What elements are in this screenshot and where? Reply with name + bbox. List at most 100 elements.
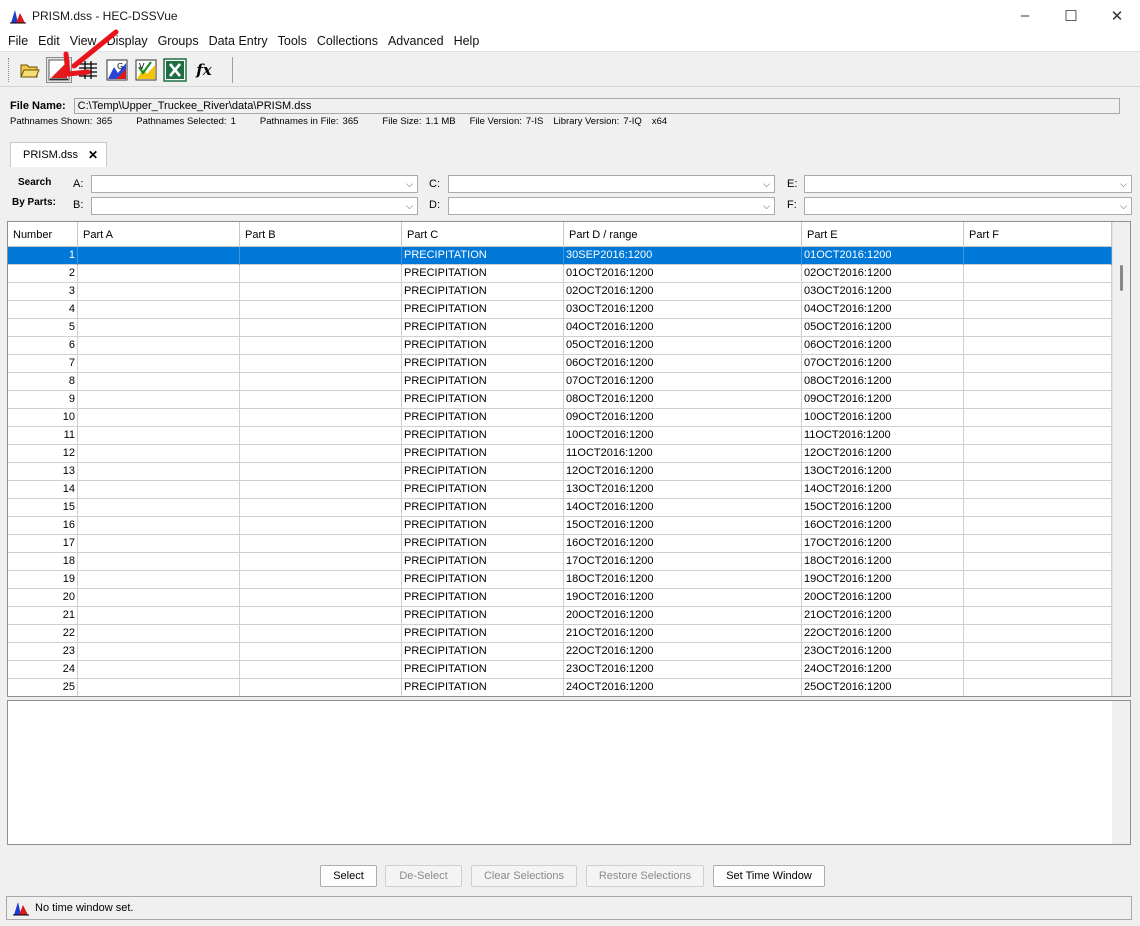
part-f-select[interactable]: ⌵ [804, 197, 1132, 215]
table-row[interactable]: 2 PRECIPITATION 01OCT2016:1200 02OCT2016:12… [8, 265, 1130, 283]
table-row[interactable]: 14 PRECIPITATION 13OCT2016:1200 14OCT2016:1… [8, 481, 1130, 499]
table-cell [964, 337, 1112, 355]
table-row[interactable]: 12 PRECIPITATION 11OCT2016:1200 12OCT2016:1… [8, 445, 1130, 463]
table-cell: 05OCT2016:1200 [802, 319, 964, 337]
menu-file[interactable]: File [3, 34, 33, 48]
table-row[interactable]: 9 PRECIPITATION 08OCT2016:1200 09OCT2016:12… [8, 391, 1130, 409]
table-scrollbar[interactable] [1112, 222, 1130, 696]
table-cell [964, 661, 1112, 679]
table-row[interactable]: 21 PRECIPITATION 20OCT2016:1200 21OCT2016:1… [8, 607, 1130, 625]
clear-selections-button[interactable]: Clear Selections [471, 865, 577, 887]
col-part-c[interactable]: Part C [402, 222, 564, 247]
table-cell [78, 463, 240, 481]
table-row[interactable]: 10 PRECIPITATION 09OCT2016:1200 10OCT2016:1… [8, 409, 1130, 427]
graphical-edit-button[interactable]: G [104, 57, 130, 83]
table-cell [240, 625, 402, 643]
table-row[interactable]: 4 PRECIPITATION 03OCT2016:1200 04OCT2016:12… [8, 301, 1130, 319]
row-number-cell: 25 [8, 679, 78, 696]
col-part-d-range[interactable]: Part D / range [564, 222, 802, 247]
menu-tools[interactable]: Tools [273, 34, 312, 48]
table-cell [78, 445, 240, 463]
selected-pathnames-panel[interactable] [7, 700, 1131, 845]
menu-view[interactable]: View [65, 34, 102, 48]
table-cell: 06OCT2016:1200 [564, 355, 802, 373]
export-excel-button[interactable] [162, 57, 188, 83]
table-row[interactable]: 7 PRECIPITATION 06OCT2016:1200 07OCT2016:12… [8, 355, 1130, 373]
col-part-b[interactable]: Part B [240, 222, 402, 247]
table-cell [78, 661, 240, 679]
table-row[interactable]: 20 PRECIPITATION 19OCT2016:1200 20OCT2016:1… [8, 589, 1130, 607]
table-row[interactable]: 11 PRECIPITATION 10OCT2016:1200 11OCT2016:1… [8, 427, 1130, 445]
select-button[interactable]: Select [320, 865, 377, 887]
menu-edit[interactable]: Edit [33, 34, 65, 48]
table-cell [78, 625, 240, 643]
col-number[interactable]: Number [8, 222, 78, 247]
maximize-button[interactable]: ☐ [1048, 0, 1094, 31]
table-row[interactable]: 5 PRECIPITATION 04OCT2016:1200 05OCT2016:12… [8, 319, 1130, 337]
table-cell [240, 571, 402, 589]
part-a-select[interactable]: ⌵ [91, 175, 418, 193]
table-row[interactable]: 25 PRECIPITATION 24OCT2016:1200 25OCT2016:1… [8, 679, 1130, 696]
table-row[interactable]: 18 PRECIPITATION 17OCT2016:1200 18OCT2016:1… [8, 553, 1130, 571]
deselect-button[interactable]: De-Select [385, 865, 462, 887]
table-row[interactable]: 16 PRECIPITATION 15OCT2016:1200 16OCT2016:1… [8, 517, 1130, 535]
table-row[interactable]: 17 PRECIPITATION 16OCT2016:1200 17OCT2016:1… [8, 535, 1130, 553]
toolbar-grip[interactable] [8, 57, 11, 82]
part-e-select[interactable]: ⌵ [804, 175, 1132, 193]
tab-prism-dss[interactable]: PRISM.dss ✕ [10, 142, 108, 167]
menu-groups[interactable]: Groups [153, 34, 204, 48]
table-cell: 18OCT2016:1200 [802, 553, 964, 571]
scrollbar-thumb[interactable] [1120, 265, 1123, 291]
table-row[interactable]: 3 PRECIPITATION 02OCT2016:1200 03OCT2016:12… [8, 283, 1130, 301]
part-c-select[interactable]: ⌵ [448, 175, 775, 193]
table-cell [78, 373, 240, 391]
menu-data-entry[interactable]: Data Entry [204, 34, 273, 48]
col-part-f[interactable]: Part F [964, 222, 1112, 247]
part-a-label: A: [73, 178, 84, 190]
part-d-select[interactable]: ⌵ [448, 197, 775, 215]
restore-selections-button[interactable]: Restore Selections [586, 865, 704, 887]
table-cell [78, 535, 240, 553]
close-window-button[interactable]: ✕ [1094, 0, 1140, 31]
table-row[interactable]: 6 PRECIPITATION 05OCT2016:1200 06OCT2016:12… [8, 337, 1130, 355]
table-cell: 01OCT2016:1200 [564, 265, 802, 283]
table-row[interactable]: 22 PRECIPITATION 21OCT2016:1200 22OCT2016:1… [8, 625, 1130, 643]
table-cell [240, 481, 402, 499]
table-row[interactable]: 19 PRECIPITATION 18OCT2016:1200 19OCT2016:1… [8, 571, 1130, 589]
verify-button[interactable]: V [133, 57, 159, 83]
menu-collections[interactable]: Collections [312, 34, 383, 48]
pathname-table[interactable]: Number Part A Part B Part C Part D / ran… [7, 221, 1131, 697]
minimize-button[interactable]: – [1002, 0, 1048, 31]
row-number-cell: 6 [8, 337, 78, 355]
table-row[interactable]: 23 PRECIPITATION 22OCT2016:1200 23OCT2016:1… [8, 643, 1130, 661]
chevron-down-icon: ⌵ [406, 179, 413, 189]
table-cell [78, 679, 240, 696]
open-file-button[interactable] [17, 57, 43, 83]
table-cell: 22OCT2016:1200 [564, 643, 802, 661]
table-row[interactable]: 15 PRECIPITATION 14OCT2016:1200 15OCT2016:1… [8, 499, 1130, 517]
part-b-select[interactable]: ⌵ [91, 197, 418, 215]
table-row[interactable]: 8 PRECIPITATION 07OCT2016:1200 08OCT2016:12… [8, 373, 1130, 391]
menu-display[interactable]: Display [102, 34, 153, 48]
tabulate-button[interactable] [75, 57, 101, 83]
math-functions-button[interactable]: fx [191, 57, 217, 83]
col-part-e[interactable]: Part E [802, 222, 964, 247]
table-cell [240, 283, 402, 301]
table-cell [964, 679, 1112, 696]
table-row[interactable]: 24 PRECIPITATION 23OCT2016:1200 24OCT2016:1… [8, 661, 1130, 679]
table-cell: PRECIPITATION [402, 283, 564, 301]
menu-help[interactable]: Help [449, 34, 485, 48]
plot-button[interactable] [46, 56, 72, 83]
file-name-field[interactable]: C:\Temp\Upper_Truckee_River\data\PRISM.d… [73, 97, 1120, 114]
tab-close-icon[interactable]: ✕ [88, 148, 98, 162]
col-part-a[interactable]: Part A [78, 222, 240, 247]
table-cell [240, 319, 402, 337]
menu-advanced[interactable]: Advanced [383, 34, 449, 48]
table-cell [964, 283, 1112, 301]
table-row[interactable]: 13 PRECIPITATION 12OCT2016:1200 13OCT2016:1… [8, 463, 1130, 481]
set-time-window-button[interactable]: Set Time Window [713, 865, 825, 887]
table-row[interactable]: 1 PRECIPITATION 30SEP2016:1200 01OCT2016:12… [8, 247, 1130, 265]
selected-panel-scrollbar[interactable] [1112, 701, 1130, 844]
table-cell [240, 337, 402, 355]
svg-text:G: G [117, 62, 123, 71]
